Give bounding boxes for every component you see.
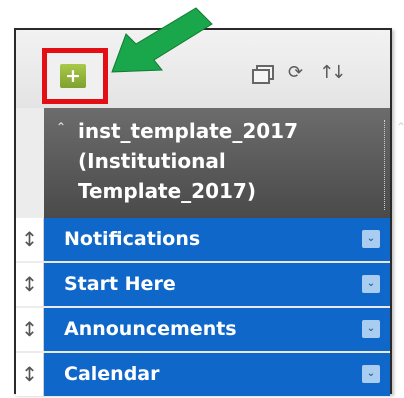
item-options-chevron-icon[interactable]: ⌄ bbox=[362, 365, 380, 383]
course-header[interactable]: ⌃ inst_template_2017 (Institutional Temp… bbox=[44, 108, 404, 218]
menu-item-notifications[interactable]: ↕ Notifications ⌄ bbox=[16, 218, 390, 263]
course-title-line3: Template_2017) bbox=[78, 179, 256, 203]
menu-item-label[interactable]: Calendar bbox=[64, 353, 159, 396]
item-options-chevron-icon[interactable]: ⌄ bbox=[362, 275, 380, 293]
refresh-icon[interactable]: ⟳ bbox=[288, 64, 303, 82]
menu-item-label[interactable]: Start Here bbox=[64, 263, 176, 306]
plus-icon: + bbox=[60, 64, 86, 88]
drag-handle-icon[interactable]: ↕ bbox=[16, 263, 44, 306]
course-title-line2: (Institutional bbox=[78, 149, 226, 173]
menu-item-bar[interactable]: Calendar ⌄ bbox=[44, 353, 390, 396]
header-divider bbox=[384, 120, 385, 210]
item-options-chevron-icon[interactable]: ⌄ bbox=[362, 320, 380, 338]
add-menu-item-button[interactable]: + bbox=[42, 48, 108, 104]
collapse-chevron-icon[interactable]: ⌃ bbox=[56, 120, 66, 134]
drag-handle-icon[interactable]: ↕ bbox=[16, 353, 44, 396]
callout-arrow-shape bbox=[111, 7, 213, 73]
drag-handle-icon[interactable]: ↕ bbox=[16, 218, 44, 261]
folder-view-icon[interactable] bbox=[252, 65, 274, 84]
sort-icon[interactable]: ↑↓ bbox=[319, 64, 346, 82]
menu-item-calendar[interactable]: ↕ Calendar ⌄ bbox=[16, 353, 390, 398]
menu-item-label[interactable]: Announcements bbox=[64, 308, 237, 351]
menu-item-bar[interactable]: Announcements ⌄ bbox=[44, 308, 390, 351]
course-title-line1: inst_template_2017 bbox=[78, 119, 298, 143]
menu-item-label[interactable]: Notifications bbox=[64, 218, 200, 261]
course-menu-chevron-icon[interactable]: ⌃ bbox=[396, 120, 404, 134]
menu-item-announcements[interactable]: ↕ Announcements ⌄ bbox=[16, 308, 390, 353]
course-title: inst_template_2017 (Institutional Templa… bbox=[78, 116, 348, 206]
toolbar-icons: ⟳ ↑↓ bbox=[252, 64, 346, 84]
item-options-chevron-icon[interactable]: ⌄ bbox=[362, 230, 380, 248]
course-menu-list: ↕ Notifications ⌄ ↕ Start Here ⌄ ↕ Annou… bbox=[16, 218, 390, 398]
menu-item-bar[interactable]: Start Here ⌄ bbox=[44, 263, 390, 306]
menu-item-bar[interactable]: Notifications ⌄ bbox=[44, 218, 390, 261]
drag-handle-icon[interactable]: ↕ bbox=[16, 308, 44, 351]
callout-arrow bbox=[111, 7, 213, 73]
menu-item-start-here[interactable]: ↕ Start Here ⌄ bbox=[16, 263, 390, 308]
